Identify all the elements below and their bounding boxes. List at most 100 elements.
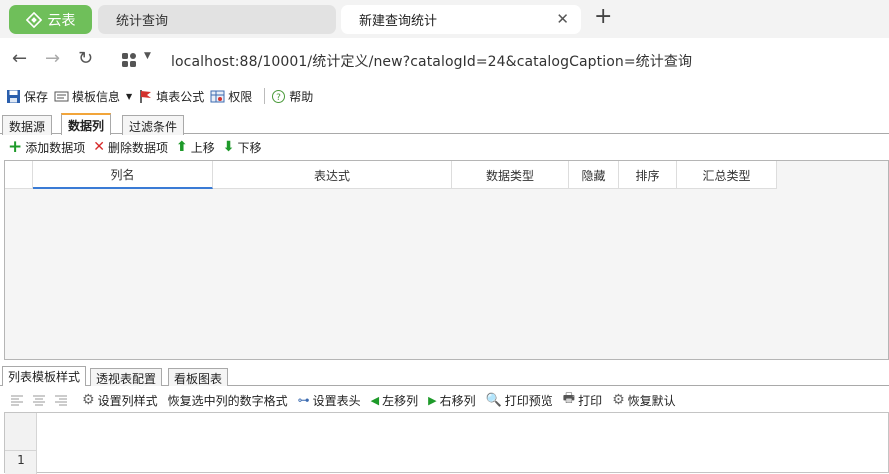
- tab-label: 数据源: [9, 120, 46, 134]
- back-arrow-icon[interactable]: ←: [12, 48, 27, 69]
- set-header-button[interactable]: ⊶ 设置表头: [298, 392, 361, 409]
- save-label: 保存: [24, 89, 49, 104]
- tab-dashboard-chart[interactable]: 看板图表: [168, 368, 229, 386]
- tab-data-columns[interactable]: 数据列: [61, 113, 112, 135]
- print-preview-button[interactable]: 🔍 打印预览: [486, 392, 553, 409]
- align-center-icon[interactable]: [32, 394, 46, 406]
- plus-icon: +: [8, 137, 23, 157]
- brand-tab-label: 云表: [47, 12, 76, 29]
- add-item-button[interactable]: + 添加数据项: [8, 139, 85, 156]
- delete-item-button[interactable]: ✕ 删除数据项: [93, 139, 168, 156]
- tab-pivot-config[interactable]: 透视表配置: [90, 368, 163, 386]
- column-header-expression[interactable]: 表达式: [213, 161, 452, 189]
- move-down-button[interactable]: ⬇ 下移: [223, 139, 262, 156]
- move-up-button[interactable]: ⬆ 上移: [176, 139, 215, 156]
- move-right-label: 右移列: [439, 393, 476, 408]
- save-button[interactable]: 保存: [6, 88, 48, 105]
- browser-tab-stats-query[interactable]: 统计查询: [98, 5, 336, 34]
- move-up-label: 上移: [190, 140, 215, 155]
- url-field[interactable]: localhost:88/10001/统计定义/new?catalogId=24…: [171, 51, 692, 71]
- column-header-label: 表达式: [313, 168, 350, 183]
- permission-label: 权限: [228, 89, 253, 104]
- restore-number-format-button[interactable]: 恢复选中列的数字格式: [168, 392, 288, 409]
- tab-label: 列表模板样式: [8, 370, 81, 384]
- fill-formula-button[interactable]: 填表公式: [138, 88, 204, 105]
- align-left-icon[interactable]: [10, 394, 24, 406]
- move-left-label: 左移列: [382, 393, 419, 408]
- row-number: 1: [17, 453, 25, 467]
- browser-tab-new-query[interactable]: 新建查询统计 ✕: [341, 5, 581, 34]
- apps-grid-icon[interactable]: [121, 52, 137, 68]
- permission-grid-icon: [210, 90, 225, 102]
- right-arrow-icon: ▶: [428, 393, 437, 407]
- main-toolbar: 保存 模板信息 ▼ 填表公式 权限 ? 帮助: [0, 84, 889, 108]
- tab-datasource[interactable]: 数据源: [2, 115, 53, 135]
- permission-button[interactable]: 权限: [210, 88, 252, 105]
- restore-number-format-label: 恢复选中列的数字格式: [167, 393, 288, 408]
- item-toolbar: + 添加数据项 ✕ 删除数据项 ⬆ 上移 ⬇ 下移: [0, 135, 889, 159]
- header-tree-icon: ⊶: [297, 393, 310, 407]
- browser-tabstrip: 云表 统计查询 新建查询统计 ✕ +: [0, 0, 889, 38]
- column-header-hidden[interactable]: 隐藏: [569, 161, 619, 189]
- card-icon: [54, 91, 69, 101]
- column-header-summary-type[interactable]: 汇总类型: [677, 161, 777, 189]
- restore-default-button[interactable]: ⚙ 恢复默认: [612, 392, 676, 409]
- move-column-left-button[interactable]: ◀ 左移列: [371, 392, 418, 409]
- add-item-label: 添加数据项: [25, 140, 86, 155]
- help-label: 帮助: [289, 89, 314, 104]
- column-header-label: 列名: [110, 167, 135, 182]
- gear-icon: ⚙: [82, 392, 95, 408]
- reload-icon[interactable]: ↻: [78, 48, 93, 69]
- grid-header: 列名 表达式 数据类型 隐藏 排序 汇总类型: [5, 161, 777, 189]
- column-header-label: 汇总类型: [702, 168, 751, 183]
- template-sheet[interactable]: 1: [4, 412, 889, 474]
- toolbar-divider: [264, 88, 266, 104]
- print-label: 打印: [578, 393, 603, 408]
- print-button[interactable]: 🖶 打印: [563, 389, 602, 411]
- column-header-data-type[interactable]: 数据类型: [452, 161, 569, 189]
- move-column-right-button[interactable]: ▶ 右移列: [428, 392, 475, 409]
- tab-label: 过滤条件: [129, 120, 178, 134]
- fill-formula-label: 填表公式: [156, 89, 205, 104]
- set-column-style-label: 设置列样式: [97, 393, 158, 408]
- column-header-sort[interactable]: 排序: [619, 161, 677, 189]
- new-tab-plus-icon[interactable]: +: [594, 4, 612, 29]
- floppy-icon: [7, 89, 20, 103]
- move-down-label: 下移: [237, 140, 262, 155]
- template-info-label: 模板信息: [72, 89, 121, 104]
- close-tab-icon[interactable]: ✕: [556, 10, 569, 28]
- set-column-style-button[interactable]: ⚙ 设置列样式: [82, 392, 158, 409]
- column-header-label: 数据类型: [485, 168, 534, 183]
- print-preview-icon: 🔍: [485, 392, 502, 408]
- svg-text:?: ?: [276, 93, 281, 103]
- tab-filter-conditions[interactable]: 过滤条件: [122, 115, 185, 135]
- row-divider: [5, 450, 37, 451]
- restore-default-label: 恢复默认: [627, 393, 676, 408]
- apps-caret-icon[interactable]: ▼: [144, 51, 151, 61]
- gear-icon: ⚙: [612, 392, 625, 408]
- browser-tab-title: 新建查询统计: [359, 14, 438, 29]
- up-arrow-icon: ⬆: [176, 139, 188, 155]
- style-toolbar: ⚙ 设置列样式 恢复选中列的数字格式 ⊶ 设置表头 ◀ 左移列 ▶ 右移列 🔍 …: [0, 388, 889, 412]
- column-header-name[interactable]: 列名: [33, 161, 213, 189]
- tab-list-template-style[interactable]: 列表模板样式: [2, 366, 87, 386]
- tab-label: 透视表配置: [96, 372, 157, 386]
- tab-label: 看板图表: [174, 372, 223, 386]
- data-columns-grid[interactable]: 列名 表达式 数据类型 隐藏 排序 汇总类型: [4, 160, 889, 360]
- align-right-icon[interactable]: [54, 394, 68, 406]
- tab-label: 数据列: [68, 119, 105, 133]
- left-arrow-icon: ◀: [370, 393, 380, 407]
- column-header-label: 排序: [635, 168, 660, 183]
- delete-x-icon: ✕: [93, 139, 105, 155]
- row-header-corner: [5, 161, 33, 189]
- down-arrow-icon: ⬇: [222, 139, 235, 155]
- dropdown-caret-icon: ▼: [126, 91, 133, 101]
- lower-tabs: 列表模板样式 透视表配置 看板图表: [0, 366, 889, 386]
- brand-tab[interactable]: 云表: [9, 5, 92, 34]
- forward-arrow-icon[interactable]: →: [45, 48, 60, 69]
- template-info-button[interactable]: 模板信息 ▼: [54, 88, 132, 105]
- print-preview-label: 打印预览: [504, 393, 553, 408]
- help-button[interactable]: ? 帮助: [271, 88, 313, 105]
- browser-tab-title: 统计查询: [116, 14, 169, 29]
- flag-icon: [140, 89, 152, 103]
